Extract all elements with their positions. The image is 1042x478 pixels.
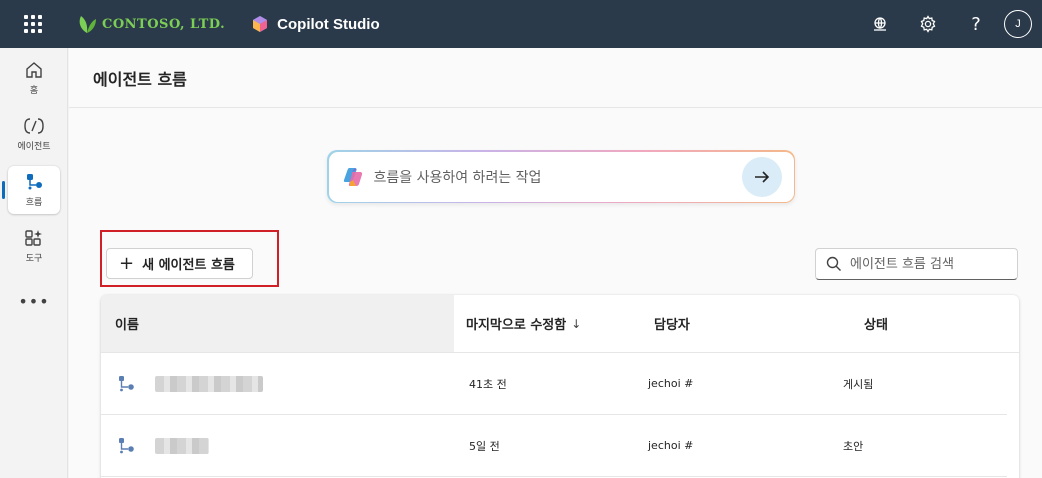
prompt-input[interactable]: 흐름을 사용하여 하려는 작업 [374, 167, 742, 187]
help-button[interactable]: ? [952, 0, 1000, 48]
table-row[interactable]: 41초 전 jechoi # 게시됨 [101, 353, 1007, 415]
rail-item-tools[interactable]: 도구 [8, 222, 60, 270]
settings-icon [920, 15, 936, 33]
rail-item-home[interactable]: 홈 [8, 54, 60, 102]
new-agent-flow-label: 새 에이전트 흐름 [142, 258, 235, 273]
copilot-prompt-box: 흐름을 사용하여 하려는 작업 [327, 150, 795, 203]
rail-item-label: 에이전트 [17, 142, 51, 152]
waffle-icon [24, 15, 42, 33]
search-icon [826, 256, 841, 271]
brand-name: CONTOSO, LTD. [102, 16, 226, 32]
tools-icon [25, 230, 42, 246]
home-icon [26, 62, 42, 78]
copilot-prompt-inner[interactable]: 흐름을 사용하여 하려는 작업 [328, 151, 794, 202]
search-input[interactable] [850, 256, 1010, 272]
left-navigation-rail: 홈 에이전트 흐름 도구 ••• [0, 48, 68, 478]
agent-icon [24, 118, 44, 134]
cell-name[interactable] [101, 373, 454, 395]
cell-name[interactable] [101, 435, 454, 457]
page-header: 에이전트 흐름 [69, 48, 1042, 108]
cell-modified: 41초 전 [469, 377, 507, 391]
column-header-owner[interactable]: 담당자 [640, 295, 815, 352]
flow-icon [27, 174, 42, 190]
brand-logo[interactable]: CONTOSO, LTD. [76, 0, 225, 48]
rail-item-agents[interactable]: 에이전트 [8, 110, 60, 158]
leaf-icon [79, 16, 96, 33]
cell-owner: jechoi # [648, 439, 694, 452]
column-header-modified[interactable]: 마지막으로 수정함 ↓ [454, 295, 640, 352]
table-header: 이름 마지막으로 수정함 ↓ 담당자 상태 [101, 295, 1019, 353]
redacted-flow-name [155, 375, 263, 392]
send-button[interactable] [741, 156, 782, 197]
cell-owner: jechoi # [648, 377, 694, 390]
top-bar: CONTOSO, LTD. Copilot Studio ? J [0, 0, 1042, 48]
environment-button[interactable] [856, 0, 904, 48]
rail-item-flows[interactable]: 흐름 [8, 166, 60, 214]
rail-item-label: 홈 [29, 86, 39, 96]
rail-item-label: 도구 [25, 254, 43, 264]
sort-descending-icon: ↓ [571, 316, 582, 331]
page-title: 에이전트 흐름 [93, 69, 187, 89]
new-agent-flow-button[interactable]: + 새 에이전트 흐름 [106, 248, 253, 279]
flow-icon [119, 437, 134, 453]
column-header-status[interactable]: 상태 [815, 295, 888, 352]
search-box[interactable] [815, 248, 1018, 280]
more-options-button[interactable]: ••• [0, 292, 68, 311]
cell-modified: 5일 전 [469, 439, 500, 453]
environment-icon [874, 17, 886, 31]
product-name: Copilot Studio [277, 15, 380, 33]
table-row[interactable]: 5일 전 jechoi # 초안 [101, 415, 1007, 477]
rail-item-label: 흐름 [25, 198, 43, 208]
column-header-name[interactable]: 이름 [101, 295, 454, 352]
main-content: 에이전트 흐름 흐름을 사용하여 하려는 작업 + 새 에이전트 흐름 에이전트… [69, 48, 1042, 478]
help-icon: ? [971, 13, 981, 35]
cell-status: 게시됨 [843, 377, 874, 391]
settings-button[interactable] [904, 0, 952, 48]
flows-table: 이름 마지막으로 수정함 ↓ 담당자 상태 41초 전 jechoi # 게시됨 [101, 295, 1019, 478]
arrow-right-icon [754, 170, 769, 183]
cell-status: 초안 [843, 439, 864, 453]
copilot-icon [343, 167, 362, 186]
active-indicator [2, 181, 5, 199]
flow-icon [119, 375, 134, 391]
redacted-flow-name [155, 437, 209, 454]
product-title[interactable]: Copilot Studio [251, 15, 380, 33]
copilot-studio-logo-icon [253, 16, 268, 32]
top-actions: ? J [856, 0, 1042, 48]
column-header-modified-label: 마지막으로 수정함 [466, 318, 567, 333]
app-launcher-button[interactable] [0, 0, 66, 48]
plus-icon: + [119, 252, 135, 274]
avatar[interactable]: J [1004, 10, 1032, 38]
